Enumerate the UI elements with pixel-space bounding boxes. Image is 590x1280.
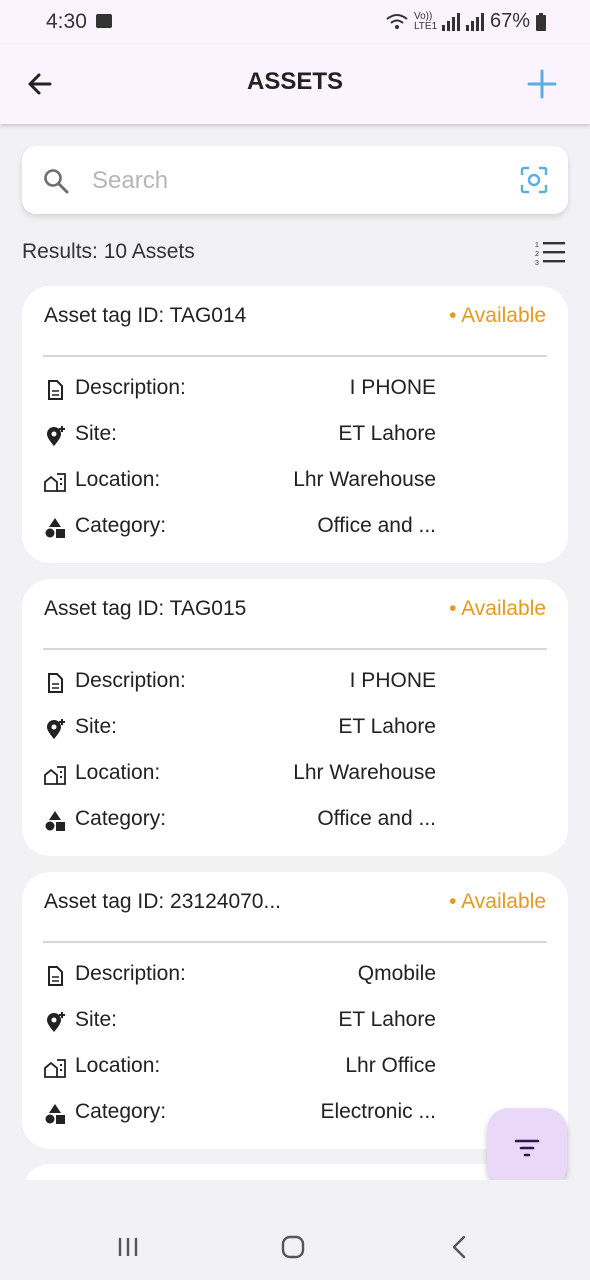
asset-tag: Asset tag ID: TAG014 — [44, 304, 247, 327]
site-value: ET Lahore — [338, 1008, 436, 1031]
status-badge: • Available — [449, 304, 546, 327]
category-label: Category: — [75, 1100, 167, 1123]
description-row: Description: I PHONE — [44, 375, 544, 405]
site-row: Site: ET Lahore — [44, 1007, 544, 1037]
site-label: Site: — [75, 715, 118, 738]
category-value: Office and ... — [317, 807, 436, 830]
app-bar: ASSETS — [0, 44, 590, 124]
divider — [43, 355, 547, 357]
battery-icon — [536, 12, 546, 31]
status-badge: • Available — [449, 890, 546, 913]
status-badge: • Available — [449, 597, 546, 620]
asset-card[interactable]: Asset tag ID: TAG015 • Available Descrip… — [22, 579, 568, 856]
search-input[interactable] — [90, 158, 494, 204]
description-row: Description: I PHONE — [44, 668, 544, 698]
signal-icon-2 — [465, 12, 484, 31]
location-value: Lhr Warehouse — [293, 761, 436, 784]
results-count: Results: 10 Assets — [22, 240, 195, 263]
category-label: Category: — [75, 807, 167, 830]
description-label: Description: — [75, 962, 186, 985]
asset-card[interactable]: Asset tag ID: TAG014 • Available Descrip… — [22, 286, 568, 563]
description-icon — [48, 380, 63, 400]
location-label: Location: — [75, 468, 161, 491]
location-row: Location: Lhr Warehouse — [44, 760, 544, 790]
location-row: Location: Lhr Office — [44, 1053, 544, 1083]
status-indicators: Vo)) LTE1 67% — [386, 10, 546, 33]
site-value: ET Lahore — [338, 422, 436, 445]
gallery-notification-icon — [96, 14, 112, 28]
nav-back-icon[interactable] — [450, 1235, 468, 1259]
asset-tag: Asset tag ID: 23124070... — [44, 890, 281, 913]
category-label: Category: — [75, 514, 167, 537]
location-building-icon — [44, 473, 66, 492]
category-shapes-icon — [45, 811, 65, 831]
description-value: I PHONE — [349, 669, 436, 692]
site-row: Site: ET Lahore — [44, 714, 544, 744]
status-time: 4:30 — [46, 10, 87, 33]
sort-list-icon[interactable]: 1 2 3 — [535, 240, 565, 266]
category-value: Electronic ... — [320, 1100, 436, 1123]
site-label: Site: — [75, 1008, 118, 1031]
signal-icon — [441, 12, 460, 31]
site-pin-icon — [47, 719, 65, 739]
filter-button[interactable] — [487, 1108, 567, 1188]
description-label: Description: — [75, 669, 186, 692]
svg-text:2: 2 — [535, 251, 539, 258]
category-shapes-icon — [45, 1104, 65, 1124]
category-value: Office and ... — [317, 514, 436, 537]
category-row: Category: Office and ... — [44, 513, 544, 543]
category-shapes-icon — [45, 518, 65, 538]
wifi-icon — [386, 13, 408, 29]
recents-icon[interactable] — [116, 1236, 140, 1258]
divider — [43, 648, 547, 650]
site-pin-icon — [47, 1012, 65, 1032]
scan-icon[interactable] — [520, 166, 548, 194]
location-label: Location: — [75, 761, 161, 784]
location-building-icon — [44, 1059, 66, 1078]
asset-tag: Asset tag ID: TAG015 — [44, 597, 247, 620]
svg-text:3: 3 — [535, 260, 539, 266]
description-value: I PHONE — [349, 376, 436, 399]
description-row: Description: Qmobile — [44, 961, 544, 991]
category-row: Category: Office and ... — [44, 806, 544, 836]
asset-list: Asset tag ID: TAG014 • Available Descrip… — [22, 286, 568, 1180]
description-icon — [48, 966, 63, 986]
battery-percent: 67% — [489, 10, 530, 32]
description-icon — [48, 673, 63, 693]
network-label: Vo)) LTE1 — [413, 10, 438, 32]
site-label: Site: — [75, 422, 118, 445]
page-title: ASSETS — [246, 68, 344, 95]
site-row: Site: ET Lahore — [44, 421, 544, 451]
svg-text:1: 1 — [535, 242, 539, 249]
location-value: Lhr Office — [345, 1054, 436, 1077]
status-bar: 4:30 Vo)) LTE1 67% — [0, 0, 590, 44]
search-bar — [22, 146, 568, 214]
category-row: Category: Electronic ... — [44, 1099, 544, 1129]
add-icon[interactable] — [526, 68, 558, 100]
description-label: Description: — [75, 376, 186, 399]
divider — [43, 941, 547, 943]
description-value: Qmobile — [357, 962, 436, 985]
location-label: Location: — [75, 1054, 161, 1077]
home-icon[interactable] — [281, 1235, 305, 1259]
location-building-icon — [44, 766, 66, 785]
location-value: Lhr Warehouse — [293, 468, 436, 491]
site-pin-icon — [47, 426, 65, 446]
search-icon — [44, 169, 69, 194]
asset-card[interactable]: Asset tag ID: 23124070... • Available De… — [22, 872, 568, 1149]
filter-icon — [514, 1139, 540, 1157]
system-nav-bar — [0, 1180, 590, 1280]
location-row: Location: Lhr Warehouse — [44, 467, 544, 497]
site-value: ET Lahore — [338, 715, 436, 738]
